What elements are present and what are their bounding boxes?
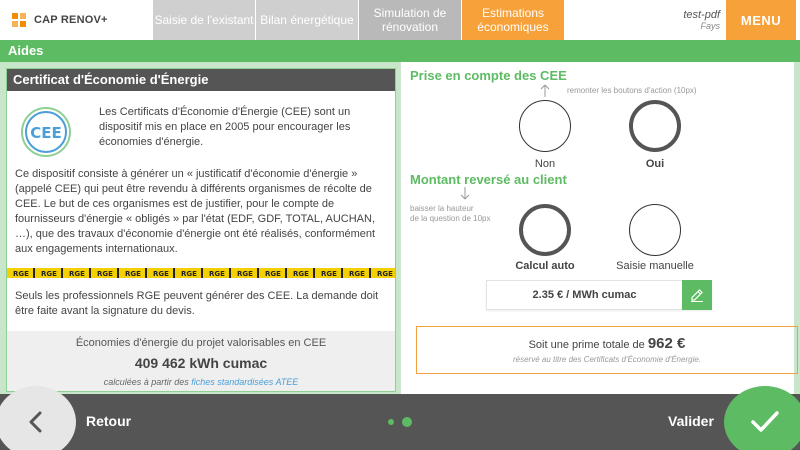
tab-simulation-renovation[interactable]: Simulation de rénovation (358, 0, 461, 40)
tab-saisie-existant[interactable]: Saisie de l'existant (152, 0, 255, 40)
rge-mark: RGE (293, 270, 309, 278)
rge-mark: RGE (377, 270, 393, 278)
section-title: Aides (0, 40, 800, 62)
savings-summary: Économies d'énergie du projet valorisabl… (7, 331, 395, 391)
prime-line: Soit une prime totale de 962 € (417, 327, 797, 352)
rge-mark: RGE (13, 270, 29, 278)
top-navigation-bar: CAP RENOV+ Saisie de l'existant Bilan én… (0, 0, 800, 40)
savings-value: 409 462 kWh cumac (134, 355, 268, 371)
panel-title: Certificat d'Économie d'Énergie (7, 69, 395, 91)
page-dot-2[interactable] (402, 417, 412, 427)
chevron-left-icon (29, 411, 42, 433)
rge-mark: RGE (125, 270, 141, 278)
savings-note: calculées à partir des fiches standardis… (7, 371, 395, 387)
user-place: Fays (700, 20, 720, 31)
cee-question-title: Prise en compte des CEE (410, 68, 567, 83)
logo-grid-icon (12, 13, 26, 27)
rge-mark: RGE (181, 270, 197, 278)
down-arrow-icon (460, 187, 470, 200)
user-info: test-pdf Fays (564, 0, 726, 40)
back-button[interactable] (0, 386, 76, 450)
tab-bilan-energetique[interactable]: Bilan énergétique (255, 0, 358, 40)
edit-amount-button[interactable] (682, 280, 712, 310)
rge-tape-band: RGE RGE RGE RGE RGE RGE RGE RGE RGE RGE … (7, 268, 395, 278)
validate-label[interactable]: Valider (668, 413, 714, 429)
menu-button[interactable]: MENU (726, 0, 796, 40)
step-tabs: Saisie de l'existant Bilan énergétique S… (152, 0, 564, 40)
rge-mark: RGE (153, 270, 169, 278)
page-dot-1[interactable] (388, 419, 394, 425)
layout-hint-line2: de la question de 10px (410, 214, 491, 223)
rge-mark: RGE (209, 270, 225, 278)
rge-mark: RGE (349, 270, 365, 278)
cee-option-oui-label: Oui (645, 158, 665, 170)
cee-badge-icon: CEE (21, 107, 71, 157)
atee-sheets-link[interactable]: fiches standardisées ATEE (191, 377, 298, 387)
rge-mark: RGE (237, 270, 253, 278)
bottom-action-bar: Retour Valider (0, 386, 800, 450)
savings-note-prefix: calculées à partir des (103, 377, 189, 387)
pencil-icon (691, 289, 703, 302)
up-arrow-icon (540, 84, 550, 97)
savings-label: Économies d'énergie du projet valorisabl… (75, 337, 327, 349)
layout-hint: remonter les boutons d'action (10px) (567, 86, 697, 95)
amount-saisie-manuelle-radio[interactable] (629, 204, 681, 256)
amount-value: 2.35 € / MWh cumac (532, 289, 637, 301)
rge-requirement-text: Seuls les professionnels RGE peuvent gén… (15, 290, 379, 317)
logo-text: CAP RENOV+ (34, 14, 108, 26)
rge-mark: RGE (97, 270, 113, 278)
layout-hint-line1: baisser la hauteur (410, 204, 474, 213)
prime-amount: 962 € (647, 335, 686, 352)
intro-text: Les Certificats d'Économie d'Énergie (CE… (99, 106, 351, 148)
rge-mark: RGE (321, 270, 337, 278)
options-panel: Prise en compte des CEE remonter les bou… (400, 62, 800, 394)
amount-question-title: Montant reversé au client (410, 172, 567, 187)
amount-calcul-auto-label: Calcul auto (515, 260, 575, 272)
info-panel-frame: Certificat d'Économie d'Énergie CEE Les … (0, 62, 400, 394)
user-name: test-pdf (683, 8, 720, 21)
page-indicator (388, 417, 412, 427)
amount-field[interactable]: 2.35 € / MWh cumac (486, 280, 712, 310)
rge-mark: RGE (41, 270, 57, 278)
rge-mark: RGE (265, 270, 281, 278)
back-label[interactable]: Retour (86, 413, 131, 429)
cee-description: Ce dispositif consiste à générer un « ju… (15, 168, 376, 255)
total-prime-box: Soit une prime totale de 962 € réservé a… (416, 326, 798, 374)
prime-prefix: Soit une prime totale de (528, 339, 645, 351)
cee-info-panel: Certificat d'Économie d'Énergie CEE Les … (6, 68, 396, 392)
svg-text:CEE: CEE (30, 124, 62, 142)
intro-block: CEE Les Certificats d'Économie d'Énergie… (7, 91, 395, 157)
cee-option-non-label: Non (534, 158, 556, 170)
rge-mark: RGE (69, 270, 85, 278)
prime-note: réservé au titre des Certificats d'Écono… (512, 355, 702, 364)
tab-estimations-economiques[interactable]: Estimations économiques (461, 0, 564, 40)
cee-option-oui-radio[interactable] (629, 100, 681, 152)
cee-option-non-radio[interactable] (519, 100, 571, 152)
amount-saisie-manuelle-label: Saisie manuelle (616, 260, 694, 272)
validate-button[interactable] (724, 386, 800, 450)
app-logo[interactable]: CAP RENOV+ (0, 0, 152, 40)
checkmark-icon (751, 411, 779, 432)
amount-calcul-auto-radio[interactable] (519, 204, 571, 256)
